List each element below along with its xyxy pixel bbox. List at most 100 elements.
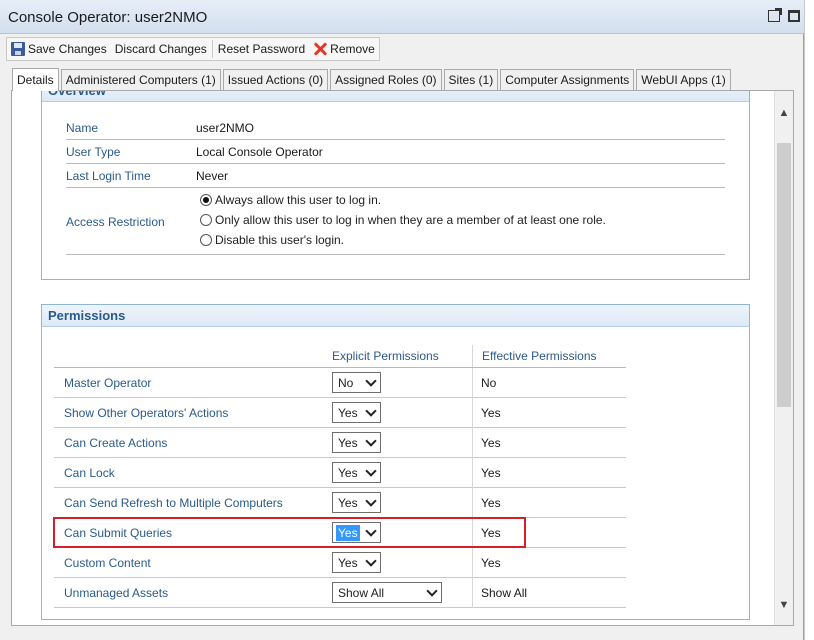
explicit-permission-select[interactable]: Yes	[332, 462, 381, 483]
radio-checked-icon[interactable]	[200, 194, 212, 206]
effective-permission-value: No	[481, 376, 497, 390]
tab-computer-assignments[interactable]: Computer Assignments	[500, 69, 635, 90]
chevron-down-icon	[365, 464, 377, 477]
select-value-selected: Yes	[336, 524, 360, 541]
chevron-down-icon	[365, 374, 377, 387]
chevron-down-icon	[365, 434, 377, 447]
tab-issued-actions[interactable]: Issued Actions (0)	[222, 69, 329, 90]
permission-row-can-send-refresh: Can Send Refresh to Multiple Computers Y…	[54, 488, 626, 518]
scroll-down-icon[interactable]: ▼	[778, 599, 790, 611]
chevron-down-icon	[365, 494, 377, 507]
remove-icon	[313, 42, 327, 56]
effective-permission-value: Yes	[481, 406, 501, 420]
user-type-row: User Type Local Console Operator	[66, 142, 725, 164]
tab-details[interactable]: Details	[12, 68, 59, 91]
chevron-down-icon	[365, 404, 377, 417]
explicit-permission-select[interactable]: Yes	[332, 492, 381, 513]
tab-sites[interactable]: Sites (1)	[443, 69, 499, 90]
scroll-up-icon[interactable]: ▲	[778, 107, 790, 119]
name-row: Name user2NMO	[66, 118, 725, 140]
permission-row-show-other-operators-actions: Show Other Operators' Actions Yes Yes	[54, 398, 626, 428]
access-option-label: Disable this user's login.	[215, 233, 345, 247]
title-controls	[768, 8, 800, 22]
explicit-permission-select[interactable]: Show All	[332, 582, 442, 603]
permission-label: Master Operator	[64, 376, 152, 390]
column-separator	[472, 518, 473, 548]
access-option-label: Always allow this user to log in.	[215, 193, 382, 207]
permission-row-can-lock: Can Lock Yes Yes	[54, 458, 626, 488]
select-value: No	[338, 375, 354, 390]
permission-label: Can Send Refresh to Multiple Computers	[64, 496, 283, 510]
column-separator	[472, 428, 473, 458]
access-restriction-row: Access Restriction Always allow this use…	[66, 190, 725, 255]
select-value: Yes	[338, 465, 358, 480]
explicit-permission-select[interactable]: Yes	[332, 552, 381, 573]
last-login-value: Never	[196, 169, 229, 183]
column-separator	[472, 578, 473, 608]
permissions-section: Permissions Explicit Permissions Effecti…	[41, 304, 750, 620]
permission-label: Custom Content	[64, 556, 151, 570]
discard-changes-label: Discard Changes	[114, 42, 207, 56]
save-changes-label: Save Changes	[28, 42, 107, 56]
column-separator	[472, 458, 473, 488]
access-option-role-member[interactable]: Only allow this user to log in when they…	[200, 213, 606, 227]
console-operator-window: Console Operator: user2NMO Save Changes …	[0, 0, 804, 640]
column-separator	[472, 488, 473, 518]
permission-row-unmanaged-assets: Unmanaged Assets Show All Show All	[54, 578, 626, 608]
scroll-thumb[interactable]	[777, 143, 791, 407]
column-separator	[472, 368, 473, 398]
radio-unchecked-icon[interactable]	[200, 234, 212, 246]
window-edge	[804, 0, 814, 640]
permissions-header: Permissions	[42, 305, 749, 327]
column-separator	[472, 345, 473, 368]
overview-header: Overview	[42, 91, 749, 102]
explicit-permission-select[interactable]: Yes	[332, 522, 381, 543]
tab-strip: Details Administered Computers (1) Issue…	[12, 68, 733, 91]
effective-permission-value: Show All	[481, 586, 528, 600]
permission-row-can-submit-queries: Can Submit Queries Yes Yes	[54, 518, 626, 548]
discard-changes-button[interactable]: Discard Changes	[111, 38, 211, 60]
popout-icon[interactable]	[768, 8, 782, 22]
save-changes-button[interactable]: Save Changes	[7, 38, 111, 60]
column-separator	[472, 398, 473, 428]
explicit-permission-select[interactable]: No	[332, 372, 381, 393]
remove-label: Remove	[330, 42, 375, 56]
explicit-permission-select[interactable]: Yes	[332, 432, 381, 453]
effective-permission-value: Yes	[481, 526, 501, 540]
access-restriction-label: Access Restriction	[66, 215, 165, 229]
last-login-label: Last Login Time	[66, 169, 151, 183]
permission-row-can-create-actions: Can Create Actions Yes Yes	[54, 428, 626, 458]
tab-webui-apps[interactable]: WebUI Apps (1)	[636, 69, 731, 90]
effective-permission-value: Yes	[481, 556, 501, 570]
effective-permission-value: Yes	[481, 436, 501, 450]
last-login-row: Last Login Time Never	[66, 166, 725, 188]
name-label: Name	[66, 121, 99, 135]
permission-row-master-operator: Master Operator No No	[54, 368, 626, 398]
tab-assigned-roles[interactable]: Assigned Roles (0)	[330, 69, 442, 90]
access-option-always[interactable]: Always allow this user to log in.	[200, 193, 381, 207]
radio-unchecked-icon[interactable]	[200, 214, 212, 226]
permission-label: Can Lock	[64, 466, 115, 480]
permission-label: Show Other Operators' Actions	[64, 406, 229, 420]
window-title: Console Operator: user2NMO	[8, 9, 208, 26]
permission-row-custom-content: Custom Content Yes Yes	[54, 548, 626, 578]
maximize-icon[interactable]	[788, 10, 800, 22]
details-panel: Overview Name user2NMO User Type Local C…	[11, 90, 794, 626]
explicit-permission-select[interactable]: Yes	[332, 402, 381, 423]
permission-label: Unmanaged Assets	[64, 586, 169, 600]
tab-administered-computers[interactable]: Administered Computers (1)	[60, 69, 221, 90]
effective-permissions-header: Effective Permissions	[482, 349, 597, 363]
overview-section: Overview Name user2NMO User Type Local C…	[41, 91, 750, 280]
vertical-scrollbar[interactable]: ▲ ▼	[774, 91, 793, 625]
reset-password-button[interactable]: Reset Password	[214, 38, 309, 60]
chevron-down-icon	[365, 524, 377, 537]
select-value: Yes	[338, 555, 358, 570]
remove-button[interactable]: Remove	[309, 38, 379, 60]
toolbar: Save Changes Discard Changes Reset Passw…	[6, 37, 380, 61]
title-bar: Console Operator: user2NMO	[0, 0, 804, 34]
user-type-label: User Type	[66, 145, 121, 159]
access-option-disable[interactable]: Disable this user's login.	[200, 233, 344, 247]
chevron-down-icon	[365, 554, 377, 567]
select-value: Yes	[338, 435, 358, 450]
save-icon	[11, 42, 25, 56]
